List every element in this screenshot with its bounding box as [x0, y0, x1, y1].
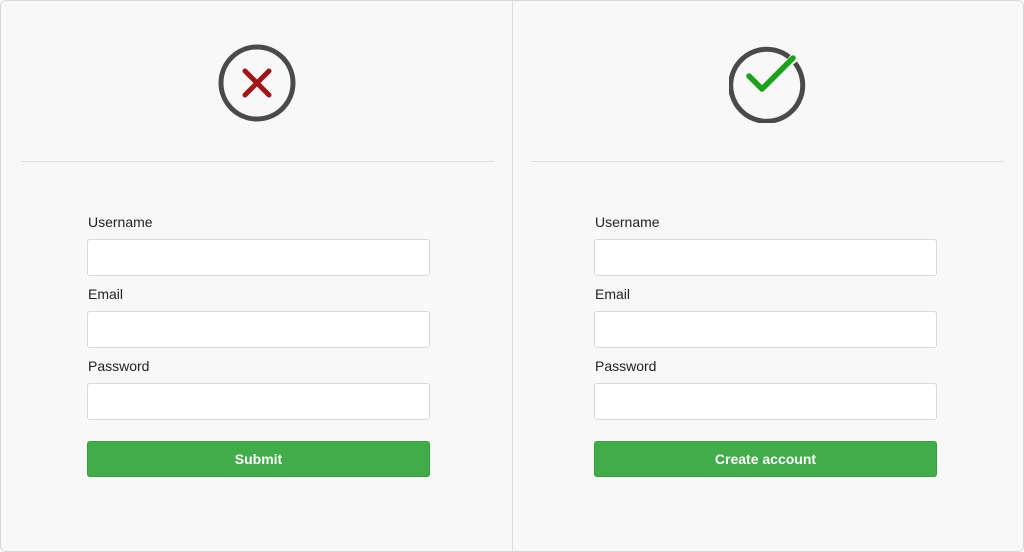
- username-label: Username: [595, 214, 660, 230]
- left-panel: Username Email Password Submit: [1, 1, 512, 551]
- password-group: Password: [87, 357, 430, 429]
- right-panel: Username Email Password Create account: [513, 1, 1023, 551]
- username-input[interactable]: [594, 239, 937, 276]
- email-label: Email: [88, 286, 124, 302]
- password-label: Password: [88, 358, 150, 374]
- x-circle-icon: [217, 43, 297, 123]
- password-label: Password: [595, 358, 657, 374]
- submit-button[interactable]: Submit: [87, 441, 430, 477]
- username-group: Username: [87, 213, 430, 285]
- create-account-button[interactable]: Create account: [594, 441, 937, 477]
- section-divider: [21, 161, 494, 162]
- password-input[interactable]: [594, 383, 937, 420]
- email-input[interactable]: [594, 311, 937, 348]
- email-input[interactable]: [87, 311, 430, 348]
- username-group: Username: [594, 213, 937, 285]
- password-input[interactable]: [87, 383, 430, 420]
- check-circle-icon: [728, 43, 809, 124]
- section-divider: [531, 161, 1004, 162]
- email-label: Email: [595, 286, 631, 302]
- password-group: Password: [594, 357, 937, 429]
- email-group: Email: [87, 285, 430, 357]
- comparison-frame: Username Email Password Submit Username …: [0, 0, 1024, 552]
- signup-form: Username Email Password: [594, 213, 937, 429]
- email-group: Email: [594, 285, 937, 357]
- signup-form: Username Email Password: [87, 213, 430, 429]
- username-input[interactable]: [87, 239, 430, 276]
- username-label: Username: [88, 214, 153, 230]
